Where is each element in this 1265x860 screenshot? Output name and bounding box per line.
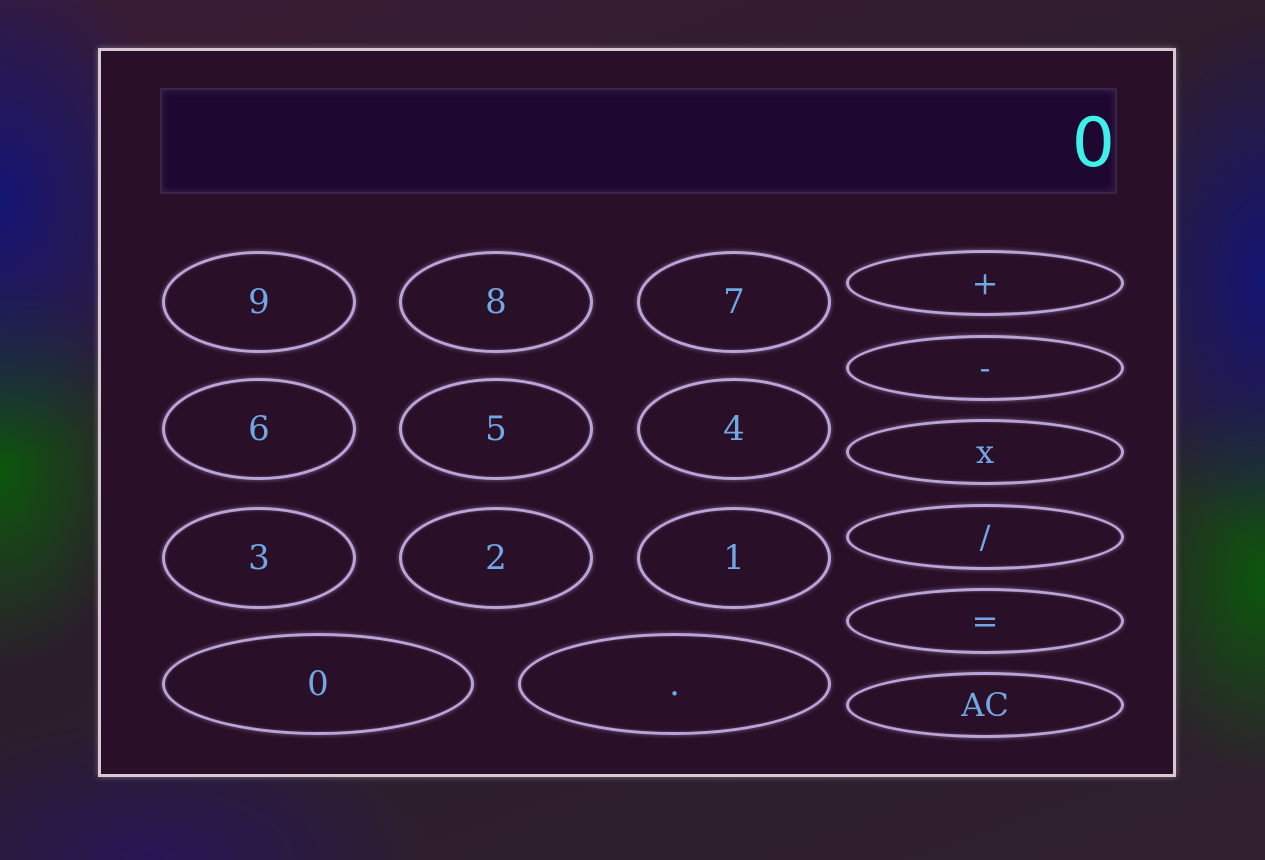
key-5[interactable]: 5	[399, 378, 593, 480]
key-4[interactable]: 4	[637, 378, 831, 480]
equals-button[interactable]: =	[846, 588, 1124, 654]
key-8[interactable]: 8	[399, 251, 593, 353]
key-3[interactable]: 3	[162, 507, 356, 609]
multiply-button[interactable]: x	[846, 419, 1124, 485]
calculator-display: 0	[160, 88, 1117, 194]
key-2[interactable]: 2	[399, 507, 593, 609]
display-value: 0	[1071, 104, 1115, 183]
key-1[interactable]: 1	[637, 507, 831, 609]
clear-button[interactable]: AC	[846, 672, 1124, 738]
key-decimal[interactable]: .	[518, 633, 831, 735]
minus-button[interactable]: -	[846, 335, 1124, 401]
key-6[interactable]: 6	[162, 378, 356, 480]
plus-button[interactable]: +	[846, 250, 1124, 316]
key-7[interactable]: 7	[637, 251, 831, 353]
divide-button[interactable]: /	[846, 504, 1124, 570]
key-9[interactable]: 9	[162, 251, 356, 353]
calculator-panel: 0 9 8 7 6 5 4 3 2 1 0 . + - x / = AC	[98, 48, 1176, 777]
key-0[interactable]: 0	[162, 633, 474, 735]
